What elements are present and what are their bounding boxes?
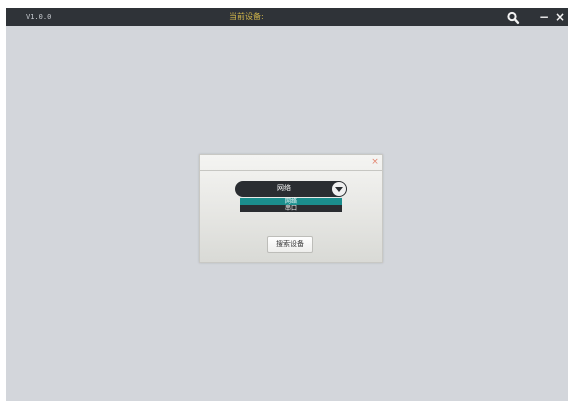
current-device-label: 当前设备: (229, 12, 264, 21)
close-button[interactable]: × (554, 9, 566, 25)
connection-dialog: × 网络 网络 串口 搜索设备 (199, 154, 383, 263)
option-serial[interactable]: 串口 (240, 205, 342, 212)
connection-type-select[interactable]: 网络 (235, 181, 347, 197)
title-bar: V1.0.0 当前设备: − × (6, 8, 568, 26)
search-device-button[interactable]: 搜索设备 (267, 236, 313, 253)
dialog-close-button[interactable]: × (370, 157, 380, 167)
search-button[interactable] (506, 10, 522, 25)
minimize-button[interactable]: − (538, 9, 550, 25)
option-network[interactable]: 网络 (240, 198, 342, 205)
app-window: V1.0.0 当前设备: − × × 网络 网络 串口 搜索设备 (6, 8, 568, 401)
connection-type-options: 网络 串口 (240, 198, 342, 212)
dialog-divider (200, 170, 382, 171)
chevron-down-icon[interactable] (332, 182, 346, 196)
connection-type-value: 网络 (277, 184, 291, 192)
version-label: V1.0.0 (26, 13, 52, 21)
search-icon (507, 11, 520, 25)
